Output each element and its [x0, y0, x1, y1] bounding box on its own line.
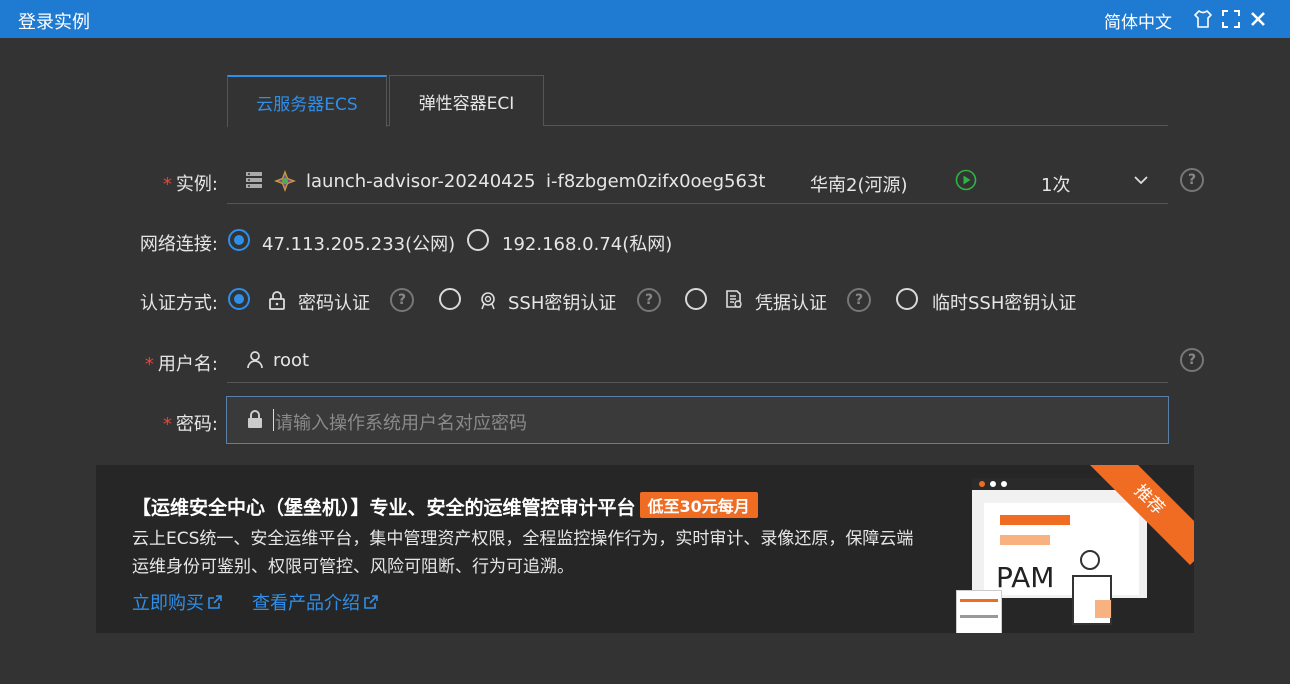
- credential-document-icon: [724, 289, 744, 313]
- network-private-radio[interactable]: [467, 229, 489, 251]
- buy-now-link[interactable]: 立即购买: [132, 589, 223, 615]
- key-badge-icon: [478, 290, 498, 314]
- external-link-icon: [364, 595, 378, 609]
- product-intro-link[interactable]: 查看产品介绍: [252, 589, 379, 615]
- ssh-help-icon[interactable]: ?: [637, 288, 661, 312]
- tab-bar: 云服务器ECS 弹性容器ECI: [227, 75, 1168, 127]
- banner-title: 【运维安全中心（堡垒机）】专业、安全的运维管控审计平台 低至30元每月: [132, 492, 758, 520]
- password-placeholder: 请输入操作系统用户名对应密码: [275, 413, 527, 434]
- network-private-label[interactable]: 192.168.0.74(私网): [502, 230, 672, 256]
- user-icon: [246, 350, 264, 374]
- username-label: * 用户名:: [144, 354, 218, 375]
- instance-help-icon[interactable]: ?: [1180, 168, 1204, 192]
- close-icon[interactable]: [1247, 8, 1269, 30]
- auth-password-label[interactable]: 密码认证: [298, 289, 370, 315]
- running-status-icon: [955, 169, 977, 195]
- shirt-icon[interactable]: [1192, 8, 1214, 30]
- pam-illustration: PAM: [952, 475, 1152, 633]
- instance-select[interactable]: launch-advisor-20240425 i-f8zbgem0zifx0o…: [227, 160, 1168, 204]
- password-lock-icon: [247, 410, 263, 432]
- external-link-icon: [208, 595, 222, 609]
- fullscreen-icon[interactable]: [1220, 8, 1242, 30]
- credential-help-icon[interactable]: ?: [847, 288, 871, 312]
- auth-ssh-radio[interactable]: [439, 288, 461, 310]
- username-field[interactable]: root: [227, 339, 1168, 383]
- instance-id: i-f8zbgem0zifx0oeg563t: [546, 171, 766, 192]
- lock-icon: [268, 290, 286, 314]
- password-field[interactable]: 请输入操作系统用户名对应密码: [226, 396, 1169, 444]
- server-icon: [244, 170, 264, 194]
- price-badge: 低至30元每月: [639, 492, 758, 518]
- instance-label: * 实例:: [162, 174, 218, 195]
- pam-label: PAM: [996, 561, 1055, 594]
- username-help-icon[interactable]: ?: [1180, 348, 1204, 372]
- bastion-promo-banner: 【运维安全中心（堡垒机）】专业、安全的运维管控审计平台 低至30元每月 云上ECS…: [96, 465, 1194, 633]
- auth-password-radio[interactable]: [228, 288, 250, 310]
- password-help-icon[interactable]: ?: [390, 288, 414, 312]
- auth-label: 认证方式:: [139, 293, 218, 314]
- auth-ssh-label[interactable]: SSH密钥认证: [508, 289, 616, 315]
- text-cursor: [273, 409, 274, 431]
- auth-credential-label[interactable]: 凭据认证: [755, 289, 827, 315]
- window-title: 登录实例: [18, 12, 90, 33]
- instance-name: launch-advisor-20240425: [306, 171, 536, 192]
- auth-temp-ssh-label[interactable]: 临时SSH密钥认证: [932, 289, 1076, 315]
- title-bar: 登录实例 简体中文: [0, 0, 1290, 38]
- network-public-label[interactable]: 47.113.205.233(公网): [262, 230, 455, 256]
- banner-description: 云上ECS统一、安全运维平台，集中管理资产权限，全程监控操作行为，实时审计、录像…: [132, 529, 914, 577]
- auth-temp-ssh-radio[interactable]: [896, 288, 918, 310]
- auth-credential-radio[interactable]: [685, 288, 707, 310]
- chevron-down-icon[interactable]: [1133, 172, 1149, 192]
- network-public-radio[interactable]: [228, 229, 250, 251]
- instance-region: 华南2(河源): [810, 175, 908, 196]
- os-logo-icon: [273, 169, 297, 197]
- login-count: 1次: [1041, 175, 1071, 196]
- language-switch[interactable]: 简体中文: [1104, 8, 1172, 33]
- password-label: * 密码:: [162, 414, 218, 435]
- username-value: root: [273, 350, 310, 371]
- network-label: 网络连接:: [139, 234, 218, 255]
- tab-eci[interactable]: 弹性容器ECI: [389, 75, 544, 126]
- tab-ecs[interactable]: 云服务器ECS: [227, 75, 387, 127]
